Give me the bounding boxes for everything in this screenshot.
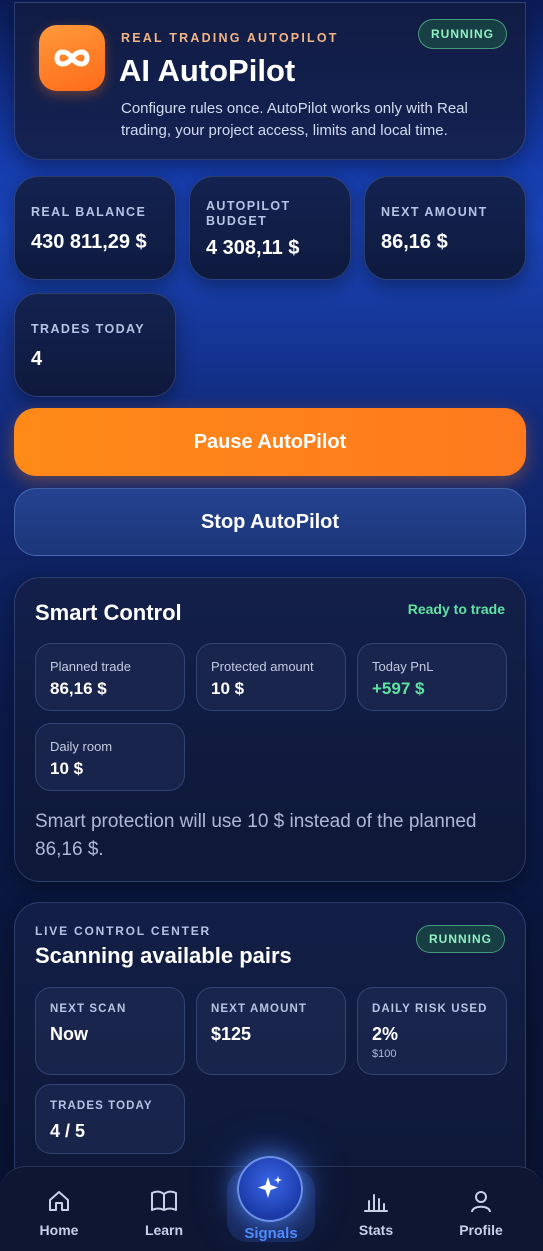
tile-label: NEXT AMOUNT bbox=[211, 1003, 308, 1015]
tile-label: Daily room bbox=[50, 739, 113, 754]
book-icon bbox=[151, 1190, 177, 1211]
smart-protection-note: Smart protection will use 10 $ instead o… bbox=[35, 811, 477, 860]
stat-value: 430 811,29 $ bbox=[31, 231, 147, 253]
tile-label: Today PnL bbox=[372, 659, 434, 674]
tile-next-amount: NEXT AMOUNT $125 bbox=[196, 987, 346, 1075]
status-badge: RUNNING bbox=[416, 925, 505, 953]
stat-card-real-balance: REAL BALANCE 430 811,29 $ bbox=[14, 176, 176, 280]
infinity-icon bbox=[39, 25, 105, 91]
stat-label: NEXT AMOUNT bbox=[381, 205, 488, 219]
nav-label: Home bbox=[39, 1222, 79, 1238]
tile-value: 10 $ bbox=[50, 759, 84, 778]
stop-autopilot-button[interactable]: Stop AutoPilot bbox=[14, 488, 526, 556]
nav-item-stats[interactable]: Stats bbox=[326, 1167, 426, 1251]
nav-label: Stats bbox=[358, 1222, 394, 1238]
stat-value: 4 308,11 $ bbox=[206, 237, 300, 259]
tile-label: Planned trade bbox=[50, 659, 131, 674]
tile-next-scan: NEXT SCAN Now bbox=[35, 987, 185, 1075]
tile-value: 86,16 $ bbox=[50, 679, 107, 698]
tile-label: TRADES TODAY bbox=[50, 1100, 153, 1112]
autopilot-header-card: REAL TRADING AUTOPILOT AI AutoPilot Conf… bbox=[14, 2, 526, 160]
stat-label: REAL BALANCE bbox=[31, 205, 147, 219]
tile-protected-amount: Protected amount 10 $ bbox=[196, 643, 346, 711]
stat-card-trades-today: TRADES TODAY 4 bbox=[14, 293, 176, 397]
tile-trades-today: TRADES TODAY 4 / 5 bbox=[35, 1084, 185, 1154]
tile-label: DAILY RISK USED bbox=[372, 1003, 488, 1015]
ready-status: Ready to trade bbox=[407, 601, 505, 617]
status-badge: RUNNING bbox=[418, 19, 507, 49]
nav-label-signals[interactable]: Signals bbox=[227, 1225, 315, 1242]
section-title: Scanning available pairs bbox=[35, 943, 292, 968]
pause-autopilot-button[interactable]: Pause AutoPilot bbox=[14, 408, 526, 476]
tile-value: 10 $ bbox=[211, 679, 245, 698]
tile-daily-risk-used: DAILY RISK USED 2% $100 bbox=[357, 987, 507, 1075]
stat-value: 4 bbox=[31, 348, 43, 370]
nav-item-profile[interactable]: Profile bbox=[431, 1167, 531, 1251]
nav-label: Learn bbox=[144, 1222, 184, 1238]
bar-chart-icon bbox=[364, 1194, 388, 1212]
sparkle-icon bbox=[258, 1176, 282, 1198]
stat-label: TRADES TODAY bbox=[31, 322, 146, 336]
nav-item-signals[interactable] bbox=[237, 1156, 303, 1222]
section-kicker: LIVE CONTROL CENTER bbox=[35, 924, 211, 938]
tile-value: 4 / 5 bbox=[50, 1121, 86, 1141]
stat-card-next-amount: NEXT AMOUNT 86,16 $ bbox=[364, 176, 526, 280]
tile-value: +597 $ bbox=[372, 679, 425, 698]
tile-today-pnl: Today PnL +597 $ bbox=[357, 643, 507, 711]
page-title: AI AutoPilot bbox=[119, 53, 296, 88]
header-description: Configure rules once. AutoPilot works on… bbox=[121, 100, 468, 139]
section-title: Smart Control bbox=[35, 600, 182, 625]
stat-card-autopilot-budget: AUTOPILOT BUDGET 4 308,11 $ bbox=[189, 176, 351, 280]
tile-value: 2% bbox=[372, 1024, 399, 1044]
stat-value: 86,16 $ bbox=[381, 231, 448, 253]
tile-planned-trade: Planned trade 86,16 $ bbox=[35, 643, 185, 711]
home-icon bbox=[49, 1191, 69, 1211]
nav-item-home[interactable]: Home bbox=[9, 1167, 109, 1251]
nav-label: Profile bbox=[459, 1222, 503, 1238]
stat-label: AUTOPILOT BUDGET bbox=[206, 199, 291, 228]
user-icon bbox=[471, 1191, 491, 1213]
nav-item-learn[interactable]: Learn bbox=[114, 1167, 214, 1251]
tile-label: Protected amount bbox=[211, 659, 314, 674]
tile-value: $125 bbox=[211, 1024, 252, 1044]
header-kicker: REAL TRADING AUTOPILOT bbox=[121, 31, 339, 45]
tile-subvalue: $100 bbox=[372, 1048, 397, 1060]
tile-daily-room: Daily room 10 $ bbox=[35, 723, 185, 791]
smart-control-card: Smart Control Ready to trade Planned tra… bbox=[14, 577, 526, 882]
tile-value: Now bbox=[50, 1024, 88, 1044]
tile-label: NEXT SCAN bbox=[50, 1003, 127, 1015]
